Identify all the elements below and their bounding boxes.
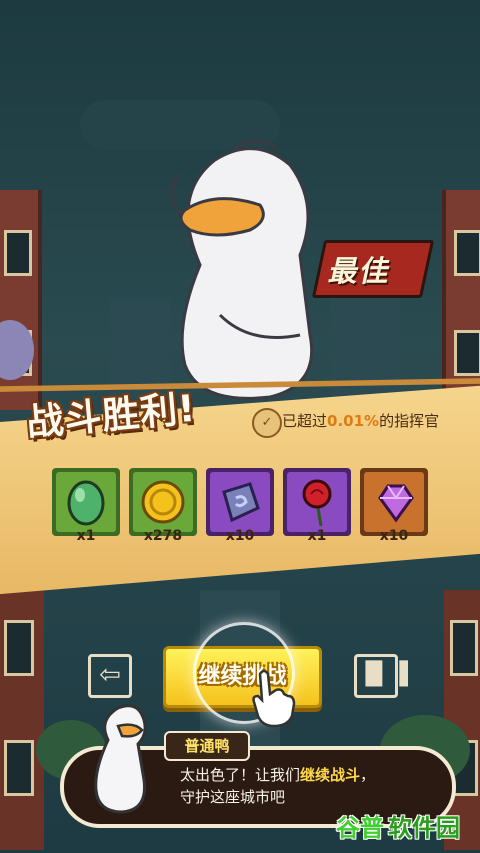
- rune-stone-icon: [222, 482, 260, 523]
- gold-coin-icon: [141, 480, 185, 524]
- stats-button[interactable]: ▐▌▐: [354, 654, 408, 698]
- reward-count: x10: [379, 528, 409, 544]
- rank-prefix: 已超过: [282, 412, 328, 430]
- duck-avatar: [94, 704, 147, 814]
- dialog-line-2: 守护这座城市吧: [180, 788, 286, 806]
- speaker-name: 普通鸭: [164, 731, 250, 761]
- bar-chart-icon: ▐▌▐: [357, 662, 408, 687]
- reward-slot-rose[interactable]: [283, 468, 351, 536]
- rank-suffix: 的指挥官: [379, 412, 440, 430]
- reward-count: x278: [143, 528, 183, 544]
- rank-medal-icon: ✓: [252, 408, 282, 438]
- exit-icon: ⇦: [99, 660, 121, 690]
- watermark-text: 软件园: [388, 814, 460, 842]
- reward-slot-egg[interactable]: [52, 468, 120, 536]
- reward-slot-coin[interactable]: [129, 468, 197, 536]
- reward-slot-gem[interactable]: [360, 468, 428, 536]
- watermark-logo: 谷普: [336, 814, 384, 842]
- dialog-highlight: 继续战斗: [300, 766, 361, 784]
- reward-slot-rune[interactable]: [206, 468, 274, 536]
- rank-percent: 0.01%: [327, 412, 380, 430]
- red-rose-icon: [302, 479, 332, 527]
- exit-button[interactable]: ⇦: [88, 654, 132, 698]
- pointing-hand-icon: [252, 669, 296, 728]
- reward-count: x1: [76, 528, 96, 544]
- reward-count: x10: [225, 528, 255, 544]
- building-right: [442, 190, 480, 410]
- dialog-text: 太出色了！让我们继续战斗， 守护这座城市吧: [180, 764, 410, 808]
- rank-text: 已超过0.01%的指挥官: [282, 410, 439, 431]
- dialog-line-1: 太出色了！让我们继续战斗，: [180, 766, 376, 784]
- building-left-lower: [0, 590, 44, 850]
- duck-character: [170, 140, 314, 400]
- reward-count: x1: [307, 528, 327, 544]
- best-label: 最佳: [325, 254, 396, 288]
- purple-gem-icon: [378, 484, 414, 523]
- green-egg-icon: [67, 480, 105, 526]
